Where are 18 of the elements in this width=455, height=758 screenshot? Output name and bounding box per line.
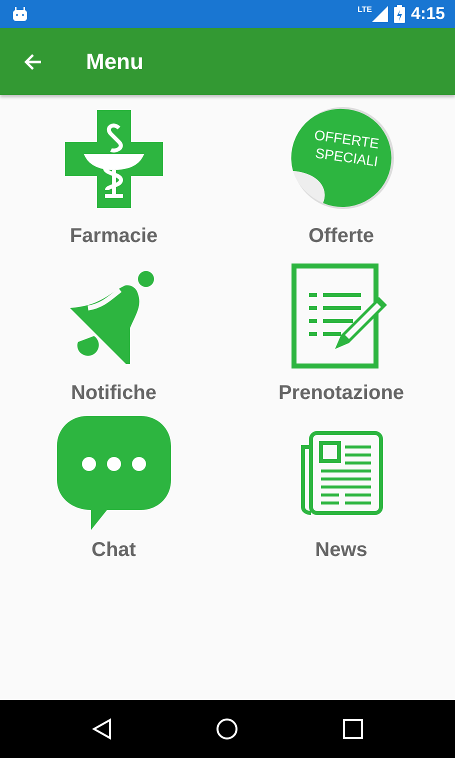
menu-tile[interactable]: Prenotazione (228, 260, 455, 417)
android-icon (12, 7, 28, 21)
menu-tile[interactable]: Farmacie (0, 103, 228, 260)
clock: 4:15 (410, 4, 445, 24)
menu-tile[interactable]: OFFERTE SPECIALI Offerte (228, 103, 455, 260)
menu-tile[interactable]: News (228, 417, 455, 574)
chat-bubble-icon (56, 416, 171, 530)
signal-icon (372, 6, 388, 22)
screen-title: Menu (86, 48, 144, 74)
home-nav-icon[interactable] (216, 718, 238, 740)
network-type: LTE (357, 5, 372, 14)
back-nav-icon[interactable] (92, 718, 112, 740)
recents-nav-icon[interactable] (342, 719, 363, 739)
newspaper-icon (299, 431, 384, 515)
battery-icon (394, 5, 405, 23)
menu-tile[interactable]: Chat (0, 417, 228, 574)
menu-tile[interactable]: Notifiche (0, 260, 228, 417)
pharmacy-cross-icon (64, 110, 163, 208)
